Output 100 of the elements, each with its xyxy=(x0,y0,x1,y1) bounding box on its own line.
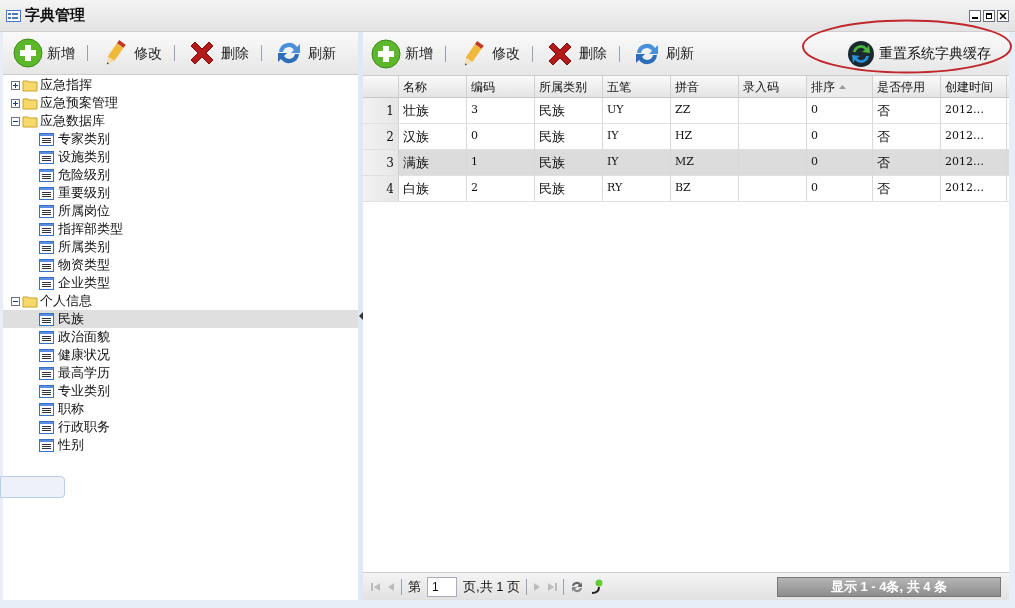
tree-item[interactable]: 企业类型 xyxy=(3,274,358,292)
collapse-arrow-icon[interactable] xyxy=(358,312,363,320)
export-icon[interactable] xyxy=(590,578,605,595)
toolbar-button[interactable]: 刷新 xyxy=(270,35,340,71)
table-row[interactable]: 3 满族 1 民族 IY MZ 0 否 2012… xyxy=(363,150,1009,176)
column-header[interactable]: 是否停用 xyxy=(873,76,941,97)
close-button[interactable] xyxy=(997,9,1009,22)
table-row[interactable]: 1 壮族 3 民族 UY ZZ 0 否 2012… xyxy=(363,98,1009,124)
window-icon xyxy=(6,9,21,22)
list-icon xyxy=(39,186,54,200)
tree-label: 个人信息 xyxy=(40,292,92,310)
tree-item[interactable]: 指挥部类型 xyxy=(3,220,358,238)
collapse-icon[interactable] xyxy=(11,116,20,126)
table-cell: 0 xyxy=(807,176,873,201)
list-icon xyxy=(39,330,54,344)
table-cell: 民族 xyxy=(535,124,603,149)
tree-item[interactable]: 专业类别 xyxy=(3,382,358,400)
collapse-icon[interactable] xyxy=(11,296,20,306)
list-icon xyxy=(39,438,54,452)
row-number: 4 xyxy=(363,176,399,201)
tree-folder[interactable]: 应急数据库 xyxy=(3,112,358,130)
minimize-button[interactable] xyxy=(969,9,981,22)
column-header[interactable]: 编码 xyxy=(467,76,535,97)
table-cell: 否 xyxy=(873,150,941,175)
tree-item[interactable]: 重要级别 xyxy=(3,184,358,202)
tree-item[interactable]: 行政职务 xyxy=(3,418,358,436)
expand-icon[interactable] xyxy=(11,98,20,108)
table-cell: 否 xyxy=(873,98,941,123)
tree-folder[interactable]: 个人信息 xyxy=(3,292,358,310)
table-cell: 3 xyxy=(467,98,535,123)
tree-item[interactable]: 民族 xyxy=(3,310,358,328)
tree-item[interactable]: 设施类别 xyxy=(3,148,358,166)
sync-icon xyxy=(847,39,875,68)
toolbar-button[interactable]: 修改 xyxy=(96,35,166,71)
plus-icon xyxy=(371,38,401,69)
tree-folder[interactable]: 应急指挥 xyxy=(3,76,358,94)
column-header[interactable]: 拼音 xyxy=(671,76,739,97)
tree-label: 应急预案管理 xyxy=(40,94,118,112)
table-cell: 民族 xyxy=(535,176,603,201)
table-cell: 0 xyxy=(807,124,873,149)
row-number: 1 xyxy=(363,98,399,123)
list-icon xyxy=(39,402,54,416)
table-cell: 0 xyxy=(467,124,535,149)
list-icon xyxy=(39,132,54,146)
list-icon xyxy=(39,258,54,272)
tree-item[interactable]: 政治面貌 xyxy=(3,328,358,346)
tree-item[interactable]: 专家类别 xyxy=(3,130,358,148)
toolbar-button[interactable]: 删除 xyxy=(541,35,611,72)
tree-item[interactable]: 物资类型 xyxy=(3,256,358,274)
expand-icon[interactable] xyxy=(11,80,20,90)
toolbar-button[interactable]: 新增 xyxy=(9,35,79,71)
tree-item[interactable]: 危险级别 xyxy=(3,166,358,184)
toolbar-button[interactable]: 删除 xyxy=(183,35,253,71)
tree-item[interactable]: 所属类别 xyxy=(3,238,358,256)
table-cell: 2012… xyxy=(941,124,1007,149)
folder-icon xyxy=(22,294,38,308)
plus-icon xyxy=(13,38,43,68)
column-header[interactable]: 排序 xyxy=(807,76,873,97)
tree-item[interactable]: 健康状况 xyxy=(3,346,358,364)
table-cell: 否 xyxy=(873,176,941,201)
toolbar-button[interactable]: 修改 xyxy=(454,35,524,72)
sort-ascending-icon xyxy=(839,84,846,89)
row-number: 3 xyxy=(363,150,399,175)
page-label: 第 xyxy=(408,577,421,596)
list-icon xyxy=(39,420,54,434)
table-cell: 2012… xyxy=(941,150,1007,175)
table-cell: 2 xyxy=(467,176,535,201)
list-icon xyxy=(39,348,54,362)
column-header[interactable]: 创建时间 xyxy=(941,76,1007,97)
table-cell: 壮族 xyxy=(399,98,467,123)
column-header[interactable]: 五笔 xyxy=(603,76,671,97)
tree-folder[interactable]: 应急预案管理 xyxy=(3,94,358,112)
tree-item[interactable]: 职称 xyxy=(3,400,358,418)
list-icon xyxy=(39,150,54,164)
table-row[interactable]: 2 汉族 0 民族 IY HZ 0 否 2012… xyxy=(363,124,1009,150)
toolbar-button[interactable]: 新增 xyxy=(367,35,437,72)
table-row[interactable]: 4 白族 2 民族 RY BZ 0 否 2012… xyxy=(363,176,1009,202)
folder-icon xyxy=(22,114,38,128)
page-input[interactable]: 1 xyxy=(427,576,457,597)
page-count: 页,共 1 页 xyxy=(463,577,521,596)
table-cell: IY xyxy=(603,150,671,175)
column-header[interactable]: 所属类别 xyxy=(535,76,603,97)
table-cell: 民族 xyxy=(535,98,603,123)
table-cell: 0 xyxy=(807,98,873,123)
list-icon xyxy=(39,222,54,236)
row-number: 2 xyxy=(363,124,399,149)
tree-label: 应急指挥 xyxy=(40,76,92,94)
refresh-icon[interactable] xyxy=(570,579,585,594)
table-cell: 否 xyxy=(873,124,941,149)
toolbar-button[interactable]: 刷新 xyxy=(628,35,698,72)
folder-icon xyxy=(22,96,38,110)
tree-item[interactable]: 最高学历 xyxy=(3,364,358,382)
table-cell: IY xyxy=(603,124,671,149)
tree-item[interactable]: 所属岗位 xyxy=(3,202,358,220)
tree-item[interactable]: 性别 xyxy=(3,436,358,454)
maximize-button[interactable] xyxy=(983,9,995,22)
list-icon xyxy=(39,240,54,254)
table-cell: HZ xyxy=(671,124,739,149)
column-header[interactable]: 名称 xyxy=(399,76,467,97)
table-cell: 汉族 xyxy=(399,124,467,149)
